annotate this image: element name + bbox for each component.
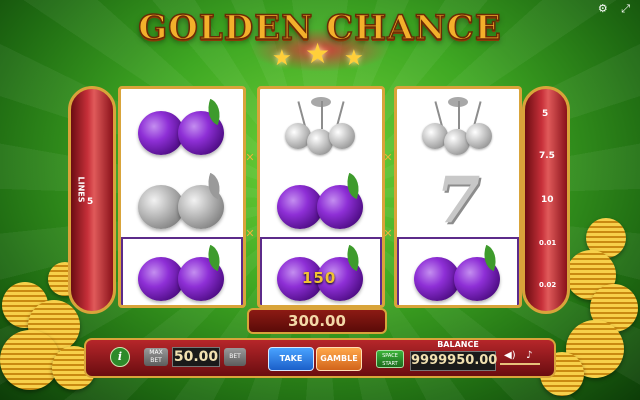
plum-symbol-icon — [408, 243, 508, 303]
reel-cell — [260, 91, 382, 163]
balance-value: 9999950.00 — [410, 351, 497, 371]
reel-cell: 7 — [397, 165, 519, 237]
multiplier-value: 7.5 — [539, 151, 555, 161]
gear-icon[interactable]: ⚙ — [598, 2, 608, 15]
balance-label: BALANCE — [437, 340, 479, 349]
gamble-button[interactable]: GAMBLE — [316, 347, 362, 371]
lines-panel: LINES 5 — [68, 86, 116, 314]
reel-cell — [397, 91, 519, 163]
reel-1 — [118, 86, 246, 308]
reel-cell — [121, 91, 243, 163]
multiplier-panel: 5 7.5 10 0.01 0.02 — [522, 86, 570, 314]
plum-symbol-icon — [132, 97, 232, 157]
reel-2: 150 — [257, 86, 385, 308]
bet-button[interactable]: BET — [224, 348, 246, 366]
max-bet-button[interactable]: MAX BET — [144, 348, 168, 366]
star-icon: ★ — [272, 46, 292, 71]
reel-cell — [121, 165, 243, 237]
multiplier-value: 10 — [541, 195, 554, 205]
music-note-icon[interactable]: ♪ — [526, 350, 532, 361]
cherry-symbol-icon — [408, 95, 508, 159]
multiplier-value: 5 — [542, 109, 549, 119]
cherry-symbol-icon — [271, 95, 371, 159]
reel-cell — [260, 165, 382, 237]
reel-area: 150 7 ✕ ✕ ✕ ✕ — [112, 86, 528, 314]
reel-3: 7 — [394, 86, 522, 308]
star-icon: ★ — [305, 37, 331, 70]
multiplier-value: 0.01 — [539, 239, 557, 247]
bet-value: 50.00 — [172, 347, 220, 367]
top-icons: ⚙ ⤢ — [588, 2, 630, 16]
reel-cell-winning — [121, 237, 243, 305]
reel-separator-icon: ✕ — [245, 227, 255, 240]
line-win-value: 150 — [302, 269, 337, 287]
start-button[interactable]: SPACE START — [376, 350, 404, 368]
fullscreen-icon[interactable]: ⤢ — [621, 2, 630, 15]
plum-symbol-icon — [132, 243, 232, 303]
volume-slider[interactable] — [500, 363, 540, 365]
total-win-display: 300.00 — [247, 308, 387, 334]
star-icon: ★ — [344, 46, 364, 71]
seven-symbol-icon: 7 — [435, 163, 481, 238]
reel-separator-icon: ✕ — [383, 151, 393, 164]
take-button[interactable]: TAKE — [268, 347, 314, 371]
multiplier-value: 0.02 — [539, 281, 557, 289]
line-number: 5 — [87, 197, 94, 207]
plum-symbol-icon — [271, 171, 371, 231]
speaker-icon[interactable]: ◀) — [504, 350, 516, 361]
game-stage: GOLDEN CHANCE ★ ★ ★ ⚙ ⤢ LINES 5 5 7.5 10… — [0, 0, 640, 400]
reel-cell-winning — [397, 237, 519, 305]
reel-separator-icon: ✕ — [245, 151, 255, 164]
info-button[interactable]: i — [110, 347, 130, 367]
lines-label: LINES — [76, 176, 86, 203]
reel-separator-icon: ✕ — [383, 227, 393, 240]
plum-symbol-icon — [132, 171, 232, 231]
